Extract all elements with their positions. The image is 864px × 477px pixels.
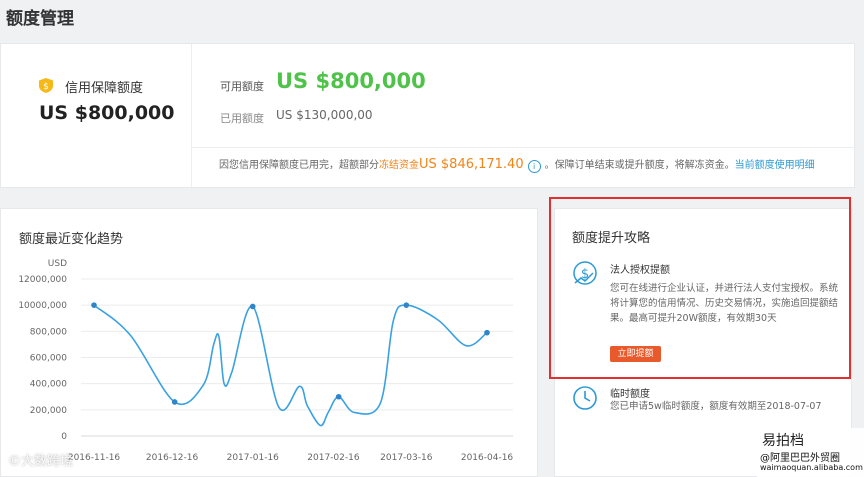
tip-legal-auth-title: 法人授权提额 xyxy=(610,265,670,276)
page-title: 额度管理 xyxy=(6,9,74,29)
tip-temp-quota-desc: 您已申请5w临时额度，额度有效期至2018-07-07 xyxy=(610,401,822,412)
x-tick-label: 2017-01-16 xyxy=(227,453,280,463)
notice-text-after: 。保障订单结束或提升额度，将解冻资金。 xyxy=(544,160,735,171)
y-tick-label: 200,000 xyxy=(30,406,67,416)
tip-temp-quota-title: 临时额度 xyxy=(610,389,650,400)
used-amount: US $130,000,00 xyxy=(276,108,373,122)
frozen-funds-notice: 因您信用保障额度已用完，超额部分冻结资金US $846,171.40 i 。保障订单… xyxy=(219,156,815,173)
available-amount: US $800,000 xyxy=(276,69,426,93)
guarantee-label: 信用保障额度 xyxy=(65,81,144,96)
clock-icon xyxy=(573,386,597,410)
y-tick-label: 800,000 xyxy=(30,327,67,337)
divider xyxy=(192,147,855,148)
tip-legal-auth-desc: 您可在线进行企业认证，并进行法人支付宝授权。系统将计算您的信用情况、历史交易情况… xyxy=(610,283,839,324)
y-tick-label: 12000,000 xyxy=(18,275,67,285)
used-label: 已用额度 xyxy=(220,112,264,125)
frozen-funds-label: 冻结资金 xyxy=(379,160,419,171)
series-line xyxy=(93,304,488,427)
watermark-left: ©大数跨境 xyxy=(8,454,74,469)
watermark-account: @阿里巴巴外贸圈 xyxy=(760,453,840,464)
dollar-growth-icon: $ xyxy=(573,261,597,285)
data-point xyxy=(91,302,97,308)
data-point xyxy=(335,393,342,400)
x-tick-label: 2016-04-16 xyxy=(461,453,514,463)
y-axis-unit: USD xyxy=(48,259,67,269)
raise-quota-button[interactable]: 立即提额 xyxy=(610,346,661,362)
available-label: 可用额度 xyxy=(220,80,264,93)
data-point xyxy=(171,399,178,405)
y-tick-label: 600,000 xyxy=(30,354,67,364)
guarantee-amount: US $800,000 xyxy=(39,102,175,124)
notice-text: 因您信用保障额度已用完，超额部分 xyxy=(219,160,379,171)
credit-summary-card: $ 信用保障额度 US $800,000 可用额度 US $800,000 已用… xyxy=(0,43,855,188)
tips-title: 额度提升攻略 xyxy=(572,231,651,246)
x-tick-label: 2016-11-16 xyxy=(68,453,121,463)
watermark-url: waimaoquan.alibaba.com xyxy=(760,463,863,472)
y-tick-label: 0 xyxy=(61,432,67,442)
y-tick-label: 10000,000 xyxy=(18,301,67,311)
svg-text:$: $ xyxy=(43,82,49,92)
data-point xyxy=(484,329,490,336)
guarantee-panel: $ 信用保障额度 US $800,000 xyxy=(1,44,192,187)
usage-details-link[interactable]: 当前额度使用明细 xyxy=(735,160,815,171)
data-point xyxy=(249,303,256,310)
x-tick-label: 2017-03-16 xyxy=(380,453,433,463)
trend-chart-card: 额度最近变化趋势 USD 0 200,000 400,000 600,000 800,00… xyxy=(0,208,538,477)
y-tick-label: 400,000 xyxy=(30,380,67,390)
info-icon[interactable]: i xyxy=(527,160,541,173)
frozen-amount: US $846,171.40 xyxy=(419,157,524,172)
x-tick-label: 2017-02-16 xyxy=(307,453,360,463)
shield-icon: $ xyxy=(39,78,53,93)
trend-chart: USD 0 200,000 400,000 600,000 800,000 10000,00… xyxy=(18,259,514,463)
data-point xyxy=(403,302,410,308)
watermark-brand: 易拍档 xyxy=(762,433,804,449)
x-tick-label: 2016-12-16 xyxy=(146,453,199,463)
